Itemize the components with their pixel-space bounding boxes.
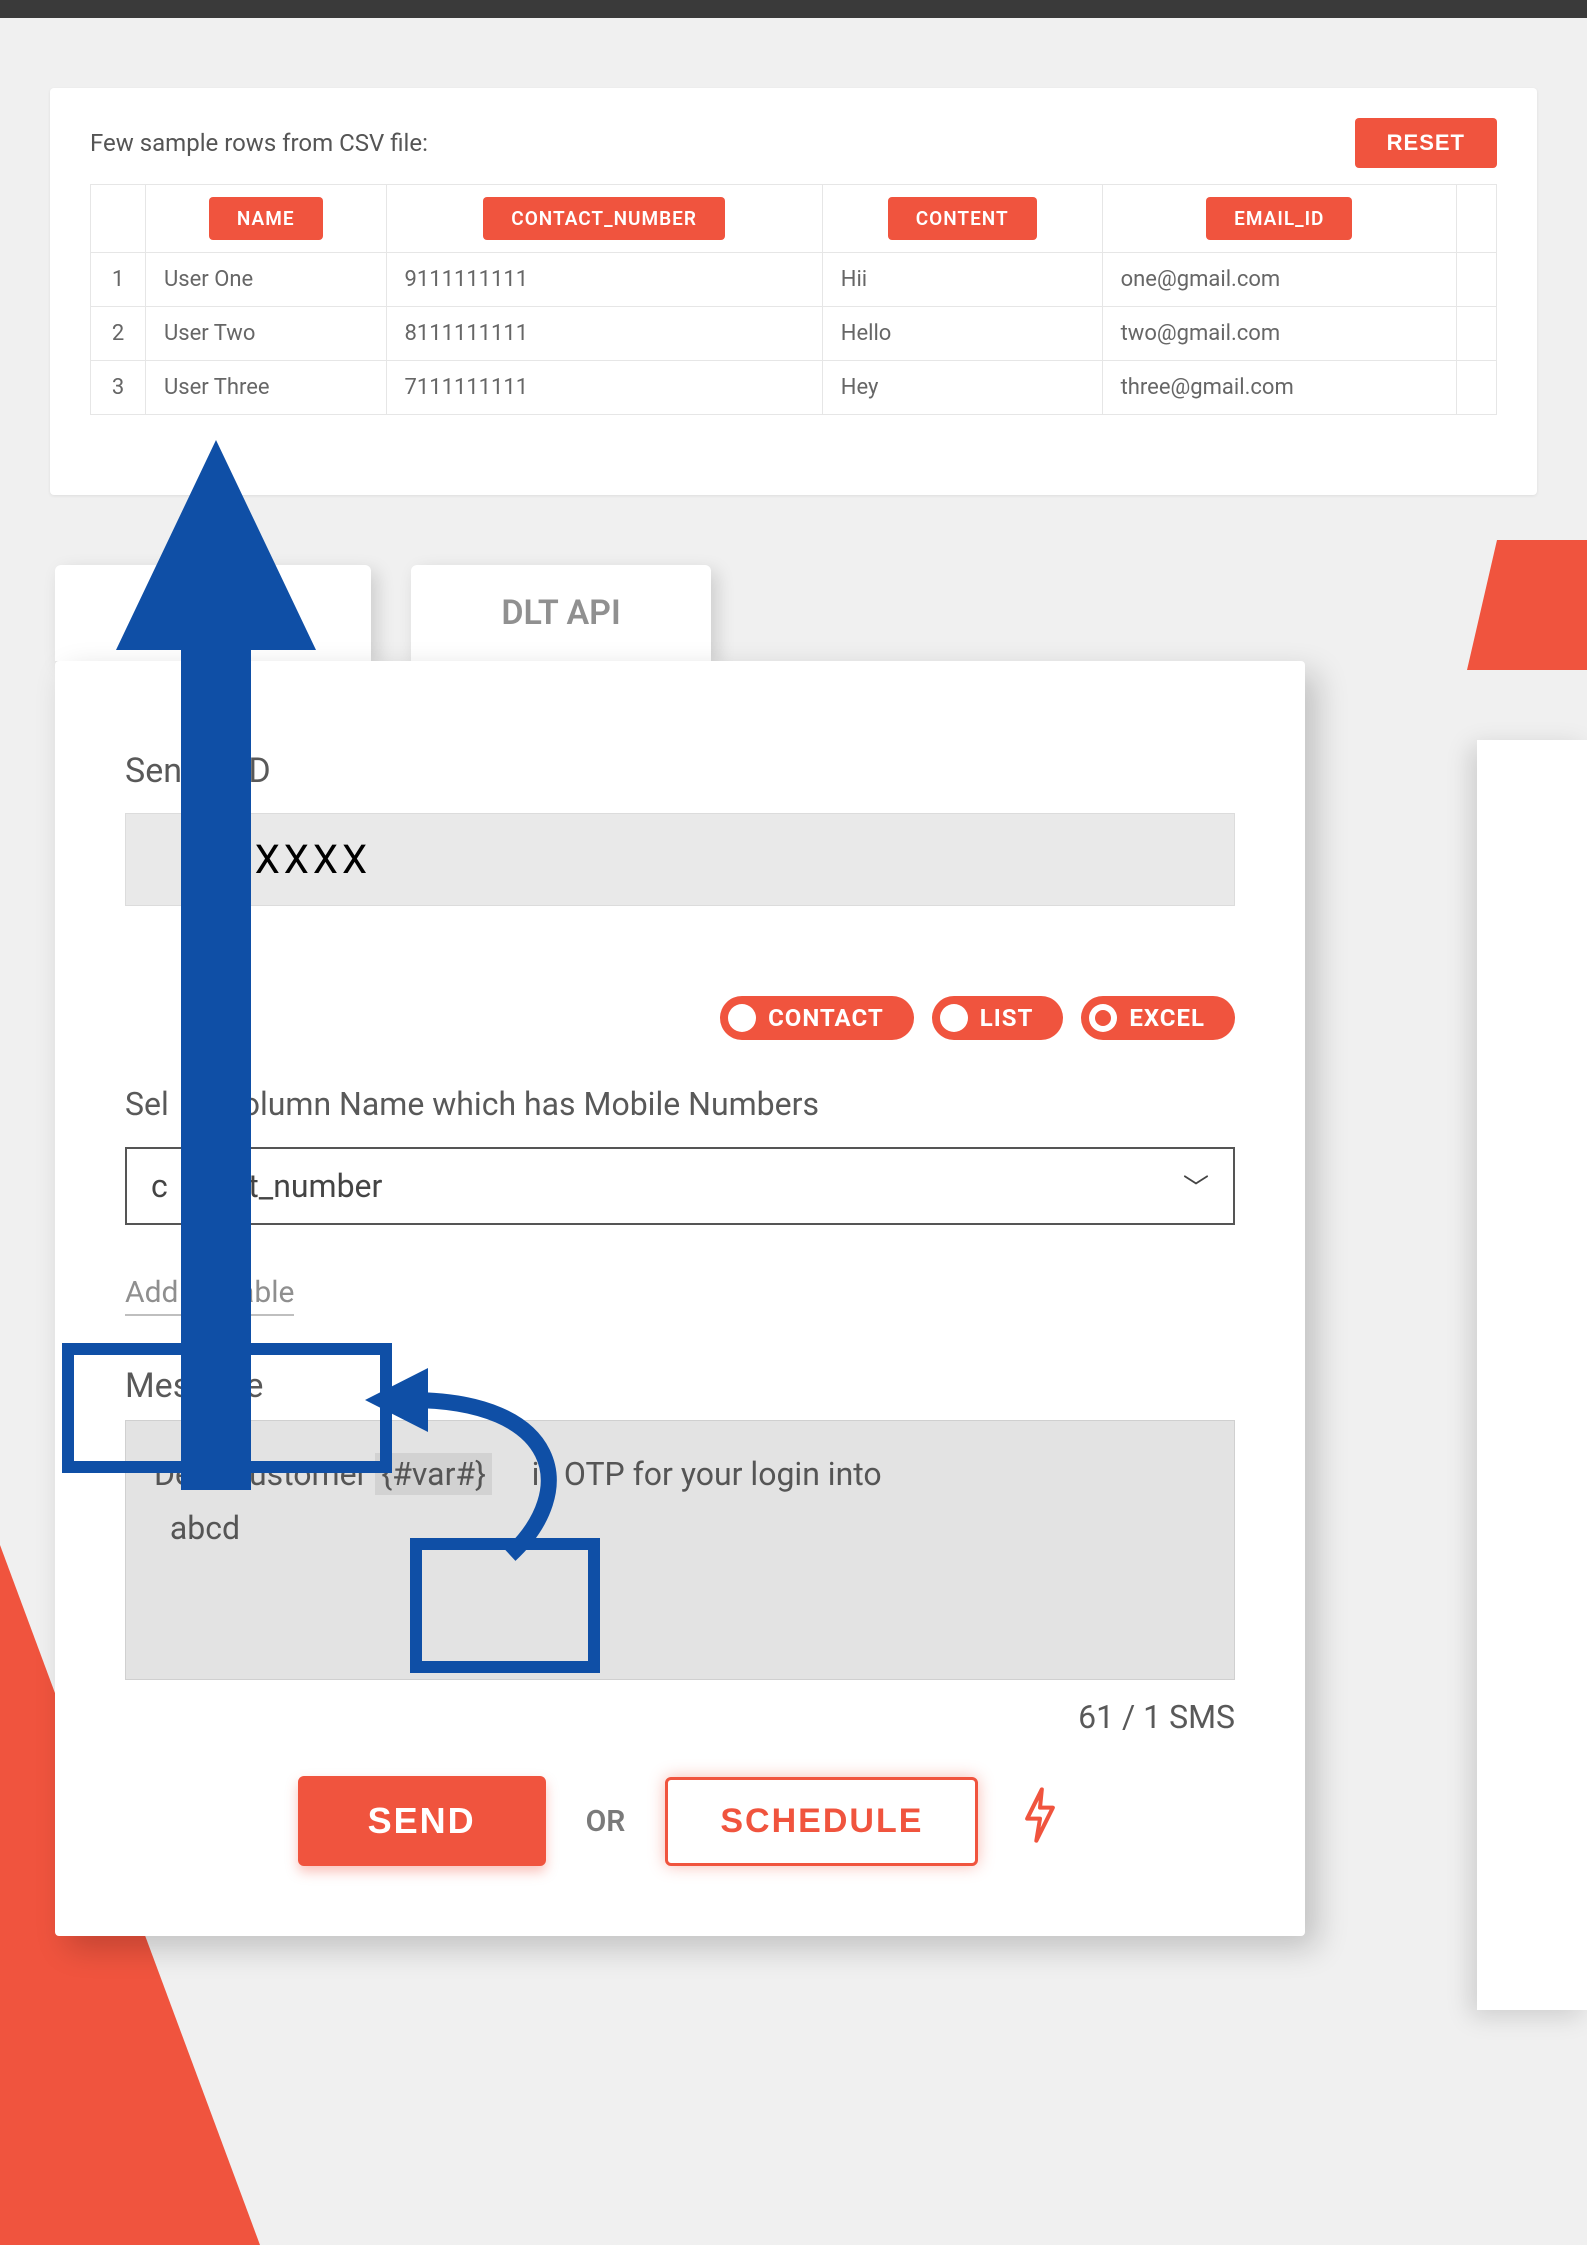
- message-counter: 61 / 1 SMS: [125, 1698, 1235, 1736]
- sender-id-label: Sender ID: [125, 751, 1235, 791]
- table-header-email: EMAIL_ID: [1102, 185, 1456, 253]
- chevron-down-icon: ﹀: [1183, 1168, 1209, 1205]
- table-header-contact: CONTACT_NUMBER: [386, 185, 822, 253]
- segment-list[interactable]: LIST: [932, 996, 1064, 1040]
- reset-button[interactable]: RESET: [1355, 118, 1497, 168]
- table-row: 1 User One 9111111111 Hii one@gmail.com: [91, 253, 1497, 307]
- message-textarea[interactable]: Dear Customer {#var#} is OTP for your lo…: [125, 1420, 1235, 1680]
- add-variable-link[interactable]: Add Variable: [125, 1275, 294, 1316]
- send-button[interactable]: SEND: [298, 1776, 546, 1866]
- window-topbar: [0, 0, 1587, 18]
- message-label: Message: [125, 1366, 1235, 1406]
- csv-title: Few sample rows from CSV file:: [90, 129, 428, 157]
- radio-selected-icon: [1089, 1004, 1117, 1032]
- segment-contact[interactable]: CONTACT: [720, 996, 914, 1040]
- csv-preview-card: Few sample rows from CSV file: RESET NAM…: [50, 88, 1537, 495]
- table-header-index: [91, 185, 146, 253]
- table-header-name: NAME: [146, 185, 387, 253]
- adjacent-card-peek: [1477, 740, 1587, 2010]
- table-row: 3 User Three 7111111111 Hey three@gmail.…: [91, 361, 1497, 415]
- lightning-icon[interactable]: [1018, 1785, 1062, 1858]
- column-select-label: Select Column Name which has Mobile Numb…: [125, 1085, 1235, 1123]
- table-header-empty: [1457, 185, 1497, 253]
- segment-excel[interactable]: EXCEL: [1081, 996, 1235, 1040]
- radio-icon: [728, 1004, 756, 1032]
- variable-token: {#var#}: [375, 1453, 492, 1495]
- radio-icon: [940, 1004, 968, 1032]
- source-segmented-control: CONTACT LIST EXCEL: [125, 996, 1235, 1040]
- table-row: 2 User Two 8111111111 Hello two@gmail.co…: [91, 307, 1497, 361]
- tab-dlt-api[interactable]: DLT API: [411, 565, 710, 661]
- csv-table: NAME CONTACT_NUMBER CONTENT EMAIL_ID 1 U…: [90, 184, 1497, 415]
- tab-sms[interactable]: DLT SMS: [55, 565, 371, 661]
- column-select[interactable]: contact_number ﹀: [125, 1147, 1235, 1225]
- send-sms-form: Sender ID .XXXXXX CONTACT LIST EXCEL Sel…: [55, 661, 1305, 1936]
- or-label: OR: [586, 1804, 626, 1839]
- decorative-shape: [1467, 540, 1587, 670]
- table-header-content: CONTENT: [822, 185, 1102, 253]
- schedule-button[interactable]: SCHEDULE: [665, 1777, 978, 1866]
- sender-id-input[interactable]: .XXXXXX: [125, 813, 1235, 906]
